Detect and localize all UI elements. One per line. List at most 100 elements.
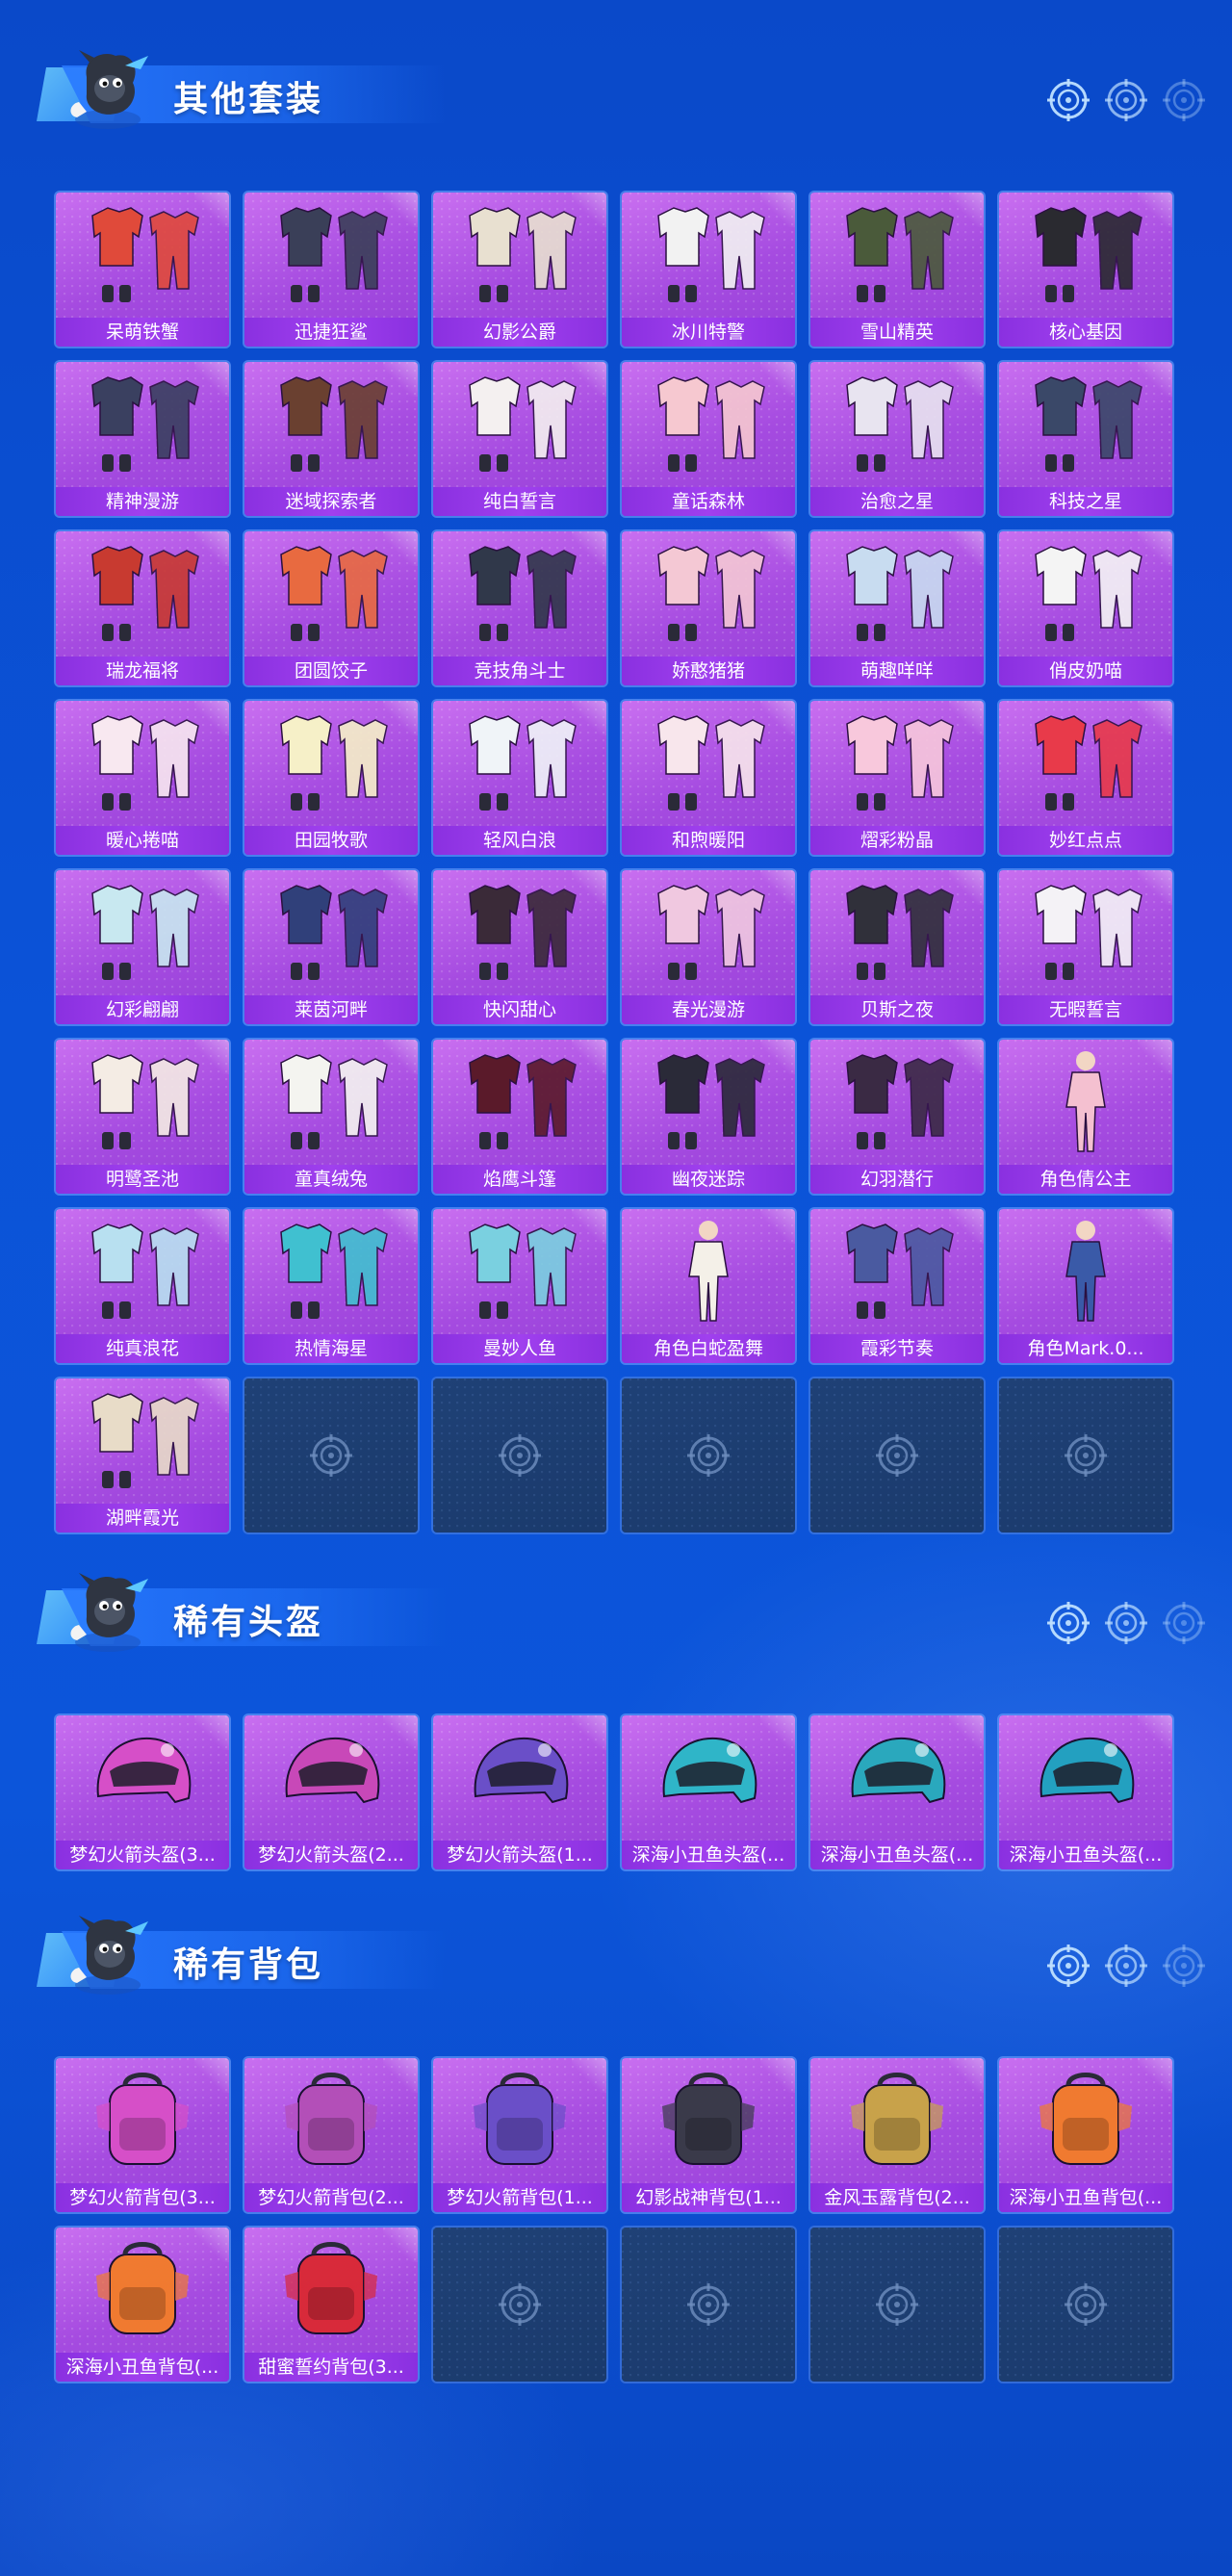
item-label: 角色Mark.0... [999, 1334, 1172, 1363]
item-card[interactable]: 轻风白浪 [433, 701, 606, 855]
empty-slot [622, 1378, 795, 1533]
item-label: 明鹭圣池 [56, 1165, 229, 1194]
item-card[interactable]: 治愈之星 [810, 362, 984, 516]
helmet-icon [264, 1721, 398, 1835]
item-card[interactable]: 竞技角斗士 [433, 531, 606, 685]
item-card[interactable]: 俏皮奶喵 [999, 531, 1172, 685]
target-icon [687, 1434, 730, 1477]
outfit-icon [641, 198, 776, 312]
item-card[interactable]: 角色倩公主 [999, 1040, 1172, 1194]
item-card[interactable]: 无暇誓言 [999, 870, 1172, 1024]
item-card[interactable]: 迷域探索者 [244, 362, 418, 516]
item-label: 娇憨猪猪 [622, 657, 795, 685]
item-card[interactable]: 梦幻火箭头盔(2... [244, 1715, 418, 1869]
empty-slot [622, 2228, 795, 2382]
outfit-icon [830, 368, 964, 481]
item-card[interactable]: 科技之星 [999, 362, 1172, 516]
item-label: 幻羽潜行 [810, 1165, 984, 1194]
item-card[interactable]: 梦幻火箭背包(2... [244, 2058, 418, 2212]
item-card[interactable]: 湖畔霞光 [56, 1378, 229, 1533]
item-label: 春光漫游 [622, 995, 795, 1024]
item-card[interactable]: 纯真浪花 [56, 1209, 229, 1363]
item-card[interactable]: 熠彩粉晶 [810, 701, 984, 855]
item-card[interactable]: 和煦暖阳 [622, 701, 795, 855]
item-card[interactable]: 贝斯之夜 [810, 870, 984, 1024]
item-card[interactable]: 幻影战神背包(1... [622, 2058, 795, 2212]
outfit-icon [830, 1045, 964, 1159]
item-card[interactable]: 幻羽潜行 [810, 1040, 984, 1194]
outfit-icon [641, 1045, 776, 1159]
helmet-icon [452, 1721, 587, 1835]
item-card[interactable]: 霞彩节奏 [810, 1209, 984, 1363]
character-icon [1018, 1045, 1153, 1159]
page-indicator [1047, 1945, 1220, 1987]
item-card[interactable]: 角色白蛇盈舞 [622, 1209, 795, 1363]
item-card[interactable]: 童真绒兔 [244, 1040, 418, 1194]
item-card[interactable]: 梦幻火箭头盔(3... [56, 1715, 229, 1869]
section-title: 稀有头盔 [173, 1603, 324, 1642]
item-card[interactable]: 幻彩翩翩 [56, 870, 229, 1024]
outfit-icon [830, 876, 964, 990]
item-card[interactable]: 呆萌铁蟹 [56, 193, 229, 347]
mascot-icon [62, 1910, 154, 2002]
item-card[interactable]: 深海小丑鱼头盔(... [622, 1715, 795, 1869]
target-icon [1065, 1434, 1107, 1477]
item-card[interactable]: 幻影公爵 [433, 193, 606, 347]
outfit-icon [264, 1045, 398, 1159]
item-card[interactable]: 梦幻火箭背包(3... [56, 2058, 229, 2212]
target-icon [687, 2283, 730, 2326]
item-card[interactable]: 角色Mark.0... [999, 1209, 1172, 1363]
item-label: 团圆饺子 [244, 657, 418, 685]
item-card[interactable]: 焰鹰斗篷 [433, 1040, 606, 1194]
backpack-icon [830, 2064, 964, 2177]
item-label: 迅捷狂鲨 [244, 318, 418, 347]
item-label: 幻影战神背包(1... [622, 2183, 795, 2212]
target-icon [876, 1434, 918, 1477]
item-card[interactable]: 明鹭圣池 [56, 1040, 229, 1194]
item-card[interactable]: 莱茵河畔 [244, 870, 418, 1024]
item-label: 梦幻火箭头盔(1... [433, 1841, 606, 1869]
target-icon [1047, 79, 1090, 121]
item-card[interactable]: 幽夜迷踪 [622, 1040, 795, 1194]
item-card[interactable]: 精神漫游 [56, 362, 229, 516]
item-card[interactable]: 核心基因 [999, 193, 1172, 347]
item-card[interactable]: 深海小丑鱼头盔(... [999, 1715, 1172, 1869]
item-card[interactable]: 田园牧歌 [244, 701, 418, 855]
item-card[interactable]: 梦幻火箭背包(1... [433, 2058, 606, 2212]
item-card[interactable]: 瑞龙福将 [56, 531, 229, 685]
item-card[interactable]: 妙红点点 [999, 701, 1172, 855]
outfit-icon [264, 368, 398, 481]
character-icon [1018, 1215, 1153, 1328]
item-label: 深海小丑鱼背包(... [56, 2353, 229, 2382]
item-card[interactable]: 春光漫游 [622, 870, 795, 1024]
item-card[interactable]: 甜蜜誓约背包(3... [244, 2228, 418, 2382]
outfit-icon [264, 1215, 398, 1328]
item-card[interactable]: 热情海星 [244, 1209, 418, 1363]
item-card[interactable]: 深海小丑鱼背包(... [999, 2058, 1172, 2212]
item-card[interactable]: 暖心捲喵 [56, 701, 229, 855]
target-icon [1105, 79, 1147, 121]
item-label: 妙红点点 [999, 826, 1172, 855]
item-label: 焰鹰斗篷 [433, 1165, 606, 1194]
item-card[interactable]: 团圆饺子 [244, 531, 418, 685]
item-label: 梦幻火箭背包(2... [244, 2183, 418, 2212]
item-card[interactable]: 深海小丑鱼背包(... [56, 2228, 229, 2382]
outfit-icon [452, 707, 587, 820]
item-label: 无暇誓言 [999, 995, 1172, 1024]
item-label: 湖畔霞光 [56, 1504, 229, 1533]
item-label: 和煦暖阳 [622, 826, 795, 855]
item-label: 梦幻火箭头盔(3... [56, 1841, 229, 1869]
item-card[interactable]: 娇憨猪猪 [622, 531, 795, 685]
item-card[interactable]: 金风玉露背包(2... [810, 2058, 984, 2212]
item-card[interactable]: 迅捷狂鲨 [244, 193, 418, 347]
item-card[interactable]: 纯白誓言 [433, 362, 606, 516]
outfit-icon [452, 876, 587, 990]
item-card[interactable]: 冰川特警 [622, 193, 795, 347]
item-card[interactable]: 深海小丑鱼头盔(... [810, 1715, 984, 1869]
item-card[interactable]: 快闪甜心 [433, 870, 606, 1024]
item-card[interactable]: 童话森林 [622, 362, 795, 516]
item-card[interactable]: 萌趣咩咩 [810, 531, 984, 685]
item-card[interactable]: 梦幻火箭头盔(1... [433, 1715, 606, 1869]
item-card[interactable]: 曼妙人鱼 [433, 1209, 606, 1363]
item-card[interactable]: 雪山精英 [810, 193, 984, 347]
